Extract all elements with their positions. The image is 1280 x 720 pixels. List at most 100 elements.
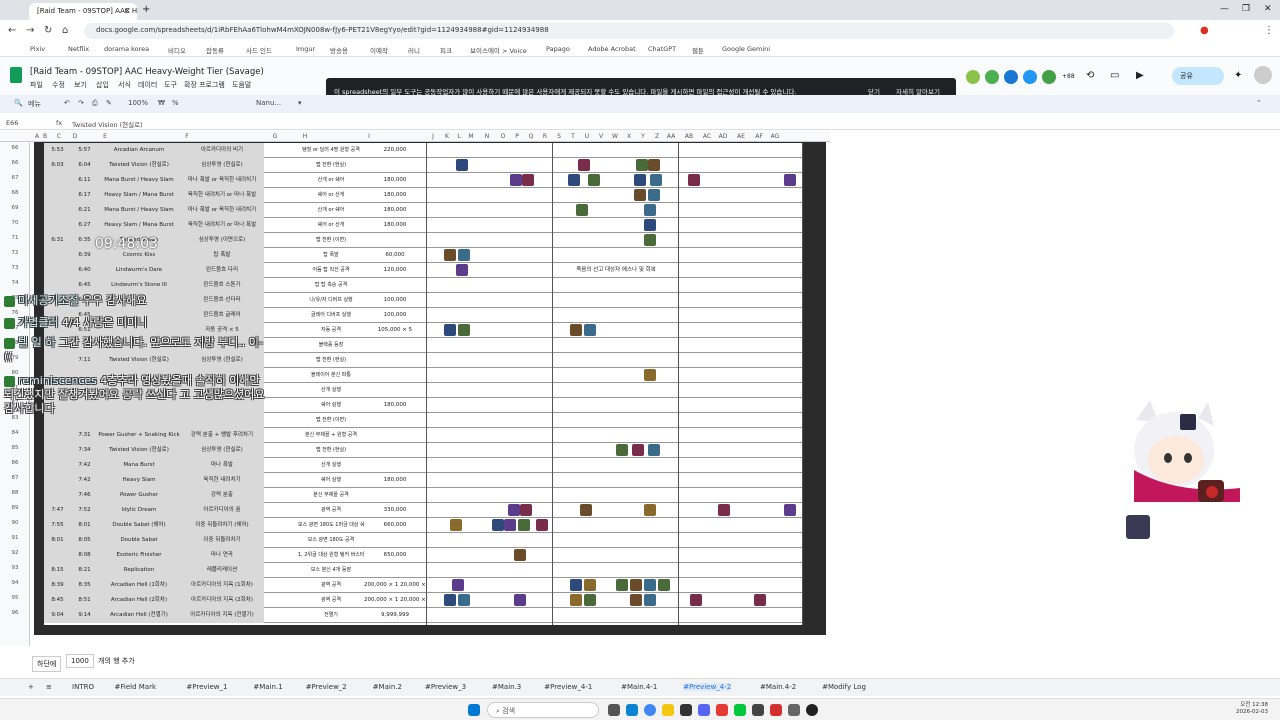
gemini-icon[interactable]: ✦: [1234, 70, 1242, 81]
cell-skill-kor[interactable]: 아르카디아의 지옥 (1회차): [180, 578, 264, 593]
cell-time[interactable]: 8:05: [71, 533, 98, 548]
history-icon[interactable]: ⟲: [1086, 70, 1094, 81]
cell-tag[interactable]: [264, 233, 298, 248]
forward-icon[interactable]: →: [26, 25, 34, 36]
cell-mechanic[interactable]: 분신 부채꼴 공격: [298, 488, 364, 503]
cell-time[interactable]: 8:08: [71, 548, 98, 563]
cell-skill-kor[interactable]: 린드붐흐 스톤가: [180, 278, 264, 293]
column-header[interactable]: C: [52, 133, 66, 140]
cell-skill-kor[interactable]: 마나 폭발 or 육직한 내려치기: [180, 173, 264, 188]
cell-tag[interactable]: ⚡: [264, 503, 298, 518]
column-header[interactable]: AE: [734, 133, 748, 140]
cell-phase-time[interactable]: 9:04: [44, 608, 71, 623]
cell-damage[interactable]: [364, 338, 426, 353]
cell-skill-kor[interactable]: 마나 연곡: [180, 548, 264, 563]
cell-time[interactable]: 6:35: [71, 233, 98, 248]
print-icon[interactable]: ⎙: [92, 99, 98, 108]
zoom-select[interactable]: 100%: [128, 99, 148, 107]
cell-tag[interactable]: [264, 608, 298, 623]
column-header[interactable]: U: [580, 133, 594, 140]
currency-icon[interactable]: ₩: [158, 99, 165, 107]
bookmark-item[interactable]: 비디오: [168, 45, 186, 55]
column-header[interactable]: V: [594, 133, 608, 140]
cell-skill-kor[interactable]: 아르카디아의 비기: [180, 143, 264, 158]
cell-skill-name[interactable]: Esoteric Finisher: [98, 548, 180, 563]
close-tab-icon[interactable]: ×: [124, 6, 131, 15]
cell-time[interactable]: 6:21: [71, 203, 98, 218]
cell-skill-kor[interactable]: 마나 폭발 or 육직한 내려치기: [180, 203, 264, 218]
add-sheet-icon[interactable]: +: [28, 683, 34, 691]
row-number[interactable]: 66: [0, 160, 30, 166]
cell-damage[interactable]: 100,000: [364, 308, 426, 323]
row-number[interactable]: 91: [0, 535, 30, 541]
cell-mechanic[interactable]: 보스 광면 180도 1머금 대상 쉐어 공격: [298, 518, 364, 533]
table-row[interactable]: 6:11 Mana Burst / Heavy Slam 마나 폭발 or 육직한 …: [44, 173, 802, 188]
cell-damage[interactable]: [364, 563, 426, 578]
cell-damage[interactable]: [364, 383, 426, 398]
cell-mechanic[interactable]: 어둠 탑 직선 공격: [298, 263, 364, 278]
table-row[interactable]: 7:46 Power Gusher 강력 분출 분신 부채꼴 공격: [44, 488, 802, 503]
column-header[interactable]: H: [298, 133, 312, 140]
cell-phase-time[interactable]: [44, 488, 71, 503]
app-icon[interactable]: [752, 704, 764, 716]
cell-phase-time[interactable]: [44, 458, 71, 473]
row-number[interactable]: 86: [0, 460, 30, 466]
cell-mechanic[interactable]: 나/유/자 디버프 실행: [298, 293, 364, 308]
edge-icon[interactable]: [626, 704, 638, 716]
cell-phase-time[interactable]: [44, 443, 71, 458]
table-row[interactable]: 6:21 Mana Burst / Heavy Slam 마나 폭발 or 육직한 …: [44, 203, 802, 218]
cell-skill-kor[interactable]: 육직한 내려치기 or 마나 폭발: [180, 218, 264, 233]
font-select[interactable]: Nanu...: [256, 99, 281, 107]
cell-skill-name[interactable]: Replication: [98, 563, 180, 578]
cell-phase-time[interactable]: [44, 203, 71, 218]
cell-tag[interactable]: ⚡: [264, 218, 298, 233]
percent-icon[interactable]: %: [172, 99, 179, 107]
cell-mechanic[interactable]: 맵 전환 (현실): [298, 443, 364, 458]
add-rows-button[interactable]: 하단에: [32, 656, 62, 672]
cell-phase-time[interactable]: [44, 548, 71, 563]
chevron-down-icon[interactable]: ▾: [298, 99, 302, 107]
formula-input[interactable]: Twisted Vision (현실로): [72, 119, 143, 129]
bookmark-item[interactable]: 러니: [408, 45, 420, 55]
menu-data[interactable]: 데이터: [138, 80, 157, 90]
cell-tag[interactable]: [264, 488, 298, 503]
column-header[interactable]: Q: [524, 133, 538, 140]
menu-extensions[interactable]: 확장 프로그램: [184, 80, 225, 90]
cell-skill-kor[interactable]: 아르카디아의 꿈: [180, 503, 264, 518]
cell-mechanic[interactable]: 탑 폭발: [298, 248, 364, 263]
bookmark-item[interactable]: Pixiv: [30, 45, 45, 53]
cell-time[interactable]: 7:42: [71, 458, 98, 473]
cell-phase-time[interactable]: 8:39: [44, 578, 71, 593]
chrome-icon[interactable]: [644, 704, 656, 716]
cell-tag[interactable]: ⚡: [264, 248, 298, 263]
bookmark-item[interactable]: 방송용: [330, 45, 348, 55]
table-row[interactable]: 6:27 Heavy Slam / Mana Burst 육직한 내려치기 or 마…: [44, 218, 802, 233]
cell-damage[interactable]: 330,000: [364, 503, 426, 518]
cell-skill-kor[interactable]: 심상투영 (현실로): [180, 158, 264, 173]
cell-mechanic[interactable]: 자동 공격: [298, 323, 364, 338]
sheet-tab[interactable]: #Field Mark: [115, 683, 157, 691]
cell-skill-name[interactable]: Arcadian Hell (전멸기): [98, 608, 180, 623]
cell-skill-kor[interactable]: 강력 분출 + 뱀발 후려차기: [180, 428, 264, 443]
cell-tag[interactable]: [264, 443, 298, 458]
cell-tag[interactable]: ⚡: [264, 173, 298, 188]
row-number[interactable]: 84: [0, 430, 30, 436]
app-icon[interactable]: [734, 704, 746, 716]
cell-damage[interactable]: 180,000: [364, 398, 426, 413]
table-row[interactable]: 5:53 5:57 Arcadian Arcanum 아르카디아의 비기 탱힐 or 딜…: [44, 143, 802, 158]
cell-phase-time[interactable]: 6:31: [44, 233, 71, 248]
cell-skill-name[interactable]: Mana Burst / Heavy Slam: [98, 173, 180, 188]
cell-mechanic[interactable]: 산개 or 쉐어: [298, 173, 364, 188]
reload-icon[interactable]: ↻: [44, 25, 52, 36]
cell-skill-name[interactable]: Arcadian Hell (1회차): [98, 578, 180, 593]
obs-icon[interactable]: [806, 704, 818, 716]
bookmark-item[interactable]: 잡동류: [206, 45, 224, 55]
sheet-tab[interactable]: INTRO: [72, 683, 94, 691]
menu-tools[interactable]: 도구: [164, 80, 177, 90]
cell-tag[interactable]: [264, 548, 298, 563]
cell-damage[interactable]: 105,000 × 5: [364, 323, 426, 338]
cell-damage[interactable]: [364, 158, 426, 173]
cell-damage[interactable]: 220,000: [364, 143, 426, 158]
sheet-tab[interactable]: #Preview_4-2: [683, 683, 732, 691]
cell-damage[interactable]: 180,000: [364, 473, 426, 488]
